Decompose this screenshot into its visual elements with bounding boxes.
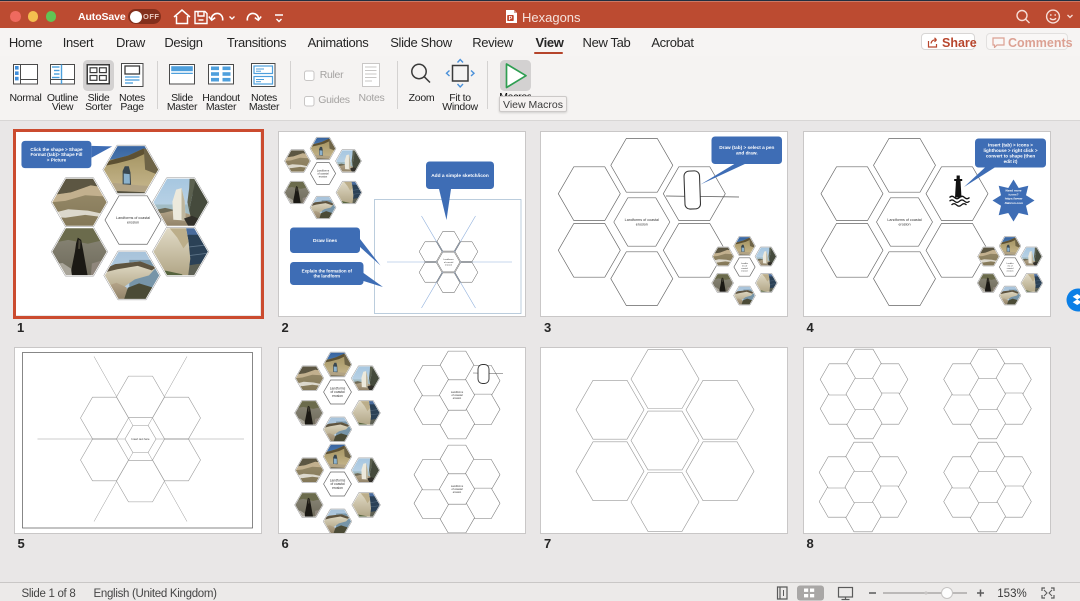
svg-text:Landforms: Landforms	[443, 258, 454, 261]
svg-text:erosion: erosion	[332, 394, 343, 398]
svg-text:Format (tab)> Shape Fill: Format (tab)> Shape Fill	[30, 152, 82, 157]
svg-text:erosion: erosion	[452, 396, 461, 400]
svg-text:lighthouse > right click >: lighthouse > right click >	[983, 147, 1037, 152]
svg-text:erosion: erosion	[1006, 269, 1014, 272]
svg-text:Draw (tab) > select a pen: Draw (tab) > select a pen	[719, 145, 774, 150]
svg-text:edit it): edit it)	[1003, 158, 1017, 163]
svg-text:and draw.: and draw.	[736, 150, 758, 155]
svg-text:.flaticon.com: .flaticon.com	[1003, 200, 1022, 204]
svg-text:erosion: erosion	[127, 220, 139, 224]
svg-text:Draw lines: Draw lines	[313, 238, 337, 244]
svg-text:Landforms of coastal: Landforms of coastal	[887, 218, 921, 222]
svg-text:> Picture: > Picture	[47, 157, 67, 162]
svg-text:Click the shape > Shape: Click the shape > Shape	[30, 147, 83, 152]
svg-text:erosion: erosion	[636, 222, 648, 226]
svg-text:erosion: erosion	[318, 174, 327, 178]
svg-text:erosion: erosion	[452, 490, 461, 494]
svg-text:153%: 153%	[997, 588, 1026, 600]
svg-text:of coastal: of coastal	[443, 260, 453, 263]
svg-text:Insert (tab) > Icons >: Insert (tab) > Icons >	[988, 142, 1033, 147]
svg-text:erosion: erosion	[898, 222, 910, 226]
svg-text:the landform: the landform	[313, 273, 340, 278]
svg-text:Landforms of coastal: Landforms of coastal	[625, 218, 659, 222]
svg-text:Add a simple sketch/icon: Add a simple sketch/icon	[431, 173, 489, 179]
svg-text:erosion: erosion	[741, 269, 749, 272]
svg-text:P: P	[509, 16, 513, 22]
svg-text:convert to shape (then: convert to shape (then	[985, 153, 1034, 158]
svg-text:erosion: erosion	[444, 263, 452, 266]
svg-text:erosion: erosion	[332, 486, 343, 490]
svg-text:Insert text here: Insert text here	[131, 437, 149, 441]
